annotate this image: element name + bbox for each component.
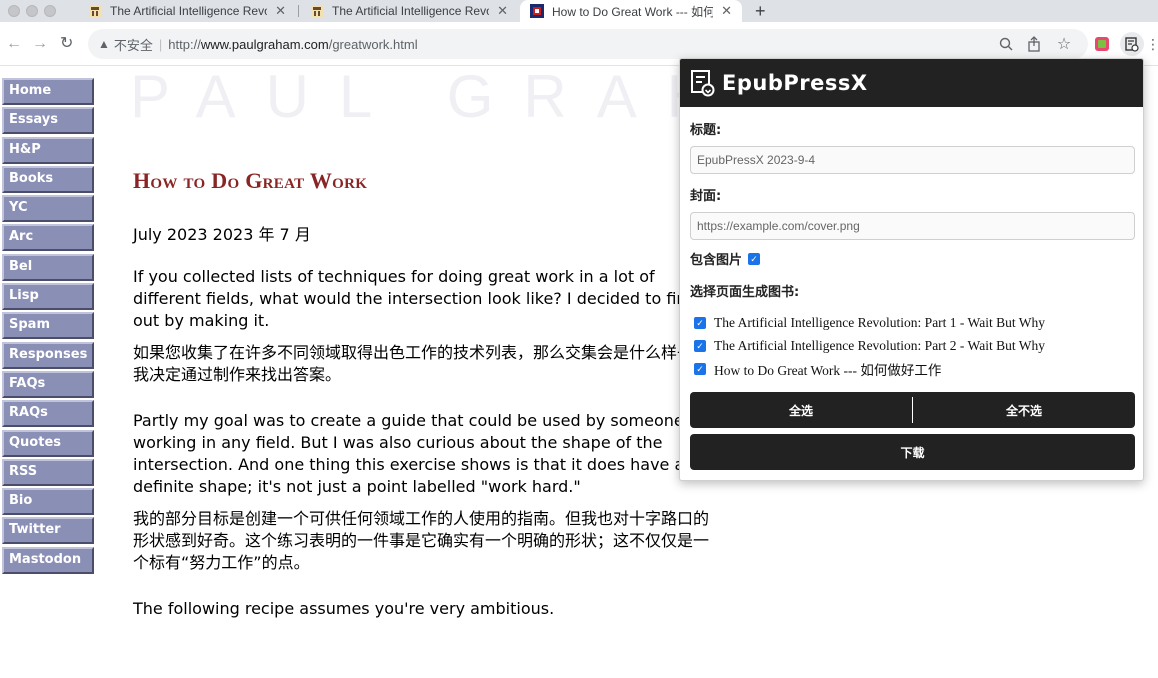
- close-tab-icon[interactable]: ✕: [721, 3, 732, 19]
- nav-item-rss[interactable]: RSS: [2, 458, 94, 486]
- site-nav: Home Essays H&P Books YC Arc Bel Lisp Sp…: [2, 78, 96, 576]
- address-bar[interactable]: ▲ 不安全 | http:// www.paulgraham.com /grea…: [88, 29, 1088, 59]
- nav-item-books[interactable]: Books: [2, 165, 94, 193]
- nav-item-faqs[interactable]: FAQs: [2, 370, 94, 398]
- tab-how-to-do-great-work[interactable]: How to Do Great Work --- 如何 ✕: [520, 0, 742, 22]
- tab-divider: [298, 5, 299, 17]
- waitbutwhy-favicon: [311, 5, 323, 17]
- include-images-label: 包含图片: [690, 253, 743, 268]
- tab-title: How to Do Great Work --- 如何: [552, 4, 714, 19]
- forward-arrow-icon[interactable]: →: [32, 34, 48, 54]
- warning-triangle-icon[interactable]: ▲: [98, 37, 110, 51]
- article: How to Do Great Work July 2023 2023 年 7 …: [133, 170, 713, 634]
- nav-item-responses[interactable]: Responses: [2, 341, 94, 369]
- back-arrow-icon[interactable]: ←: [6, 34, 22, 54]
- reload-icon[interactable]: ↻: [60, 34, 73, 54]
- close-tab-icon[interactable]: ✕: [497, 3, 508, 19]
- extension-icon[interactable]: [1092, 34, 1112, 54]
- minimize-window-button[interactable]: [26, 5, 38, 17]
- nav-item-home[interactable]: Home: [2, 78, 94, 105]
- select-all-button[interactable]: 全选: [690, 392, 912, 428]
- popup-title: EpubPressX: [722, 71, 868, 95]
- epubpressx-extension-icon[interactable]: [1120, 32, 1144, 56]
- address-divider: |: [158, 36, 163, 52]
- epub-book-icon: [691, 70, 715, 97]
- nav-item-arc[interactable]: Arc: [2, 224, 94, 252]
- page-item-label: The Artificial Intelligence Revolution: …: [714, 314, 1045, 330]
- close-tab-icon[interactable]: ✕: [275, 3, 286, 19]
- maximize-window-button[interactable]: [44, 5, 56, 17]
- tab-ai-revolution-part-2[interactable]: The Artificial Intelligence Revol ✕: [300, 0, 518, 22]
- page-checkbox[interactable]: ✓: [694, 362, 706, 375]
- paragraph-zh: 如果您收集了在许多不同领域取得出色工作的技术列表，那么交集会是什么样子？我决定通…: [133, 343, 710, 384]
- epubpressx-popup: EpubPressX 标题: 封面: 包含图片 ✓ 选择页面生成图书: ✓ Th…: [679, 58, 1144, 481]
- tab-strip: The Artificial Intelligence Revol ✕ The …: [0, 0, 1158, 22]
- tab-ai-revolution-part-1[interactable]: The Artificial Intelligence Revol ✕: [78, 0, 296, 22]
- selection-button-group: 全选 全不选: [690, 392, 1135, 428]
- new-tab-button[interactable]: +: [755, 0, 766, 22]
- page-item[interactable]: ✓ The Artificial Intelligence Revolution…: [694, 334, 1045, 357]
- zoom-icon[interactable]: [996, 34, 1016, 54]
- article-date: July 2023 2023 年 7 月: [133, 225, 311, 244]
- page-item[interactable]: ✓ The Artificial Intelligence Revolution…: [694, 311, 1045, 334]
- nav-item-hp[interactable]: H&P: [2, 136, 94, 164]
- paragraph: Partly my goal was to create a guide tha…: [133, 411, 685, 496]
- nav-item-spam[interactable]: Spam: [2, 312, 94, 340]
- include-images-checkbox[interactable]: ✓: [748, 252, 761, 265]
- tab-title: The Artificial Intelligence Revol: [110, 4, 268, 18]
- cover-url-input[interactable]: [690, 212, 1135, 240]
- nav-item-raqs[interactable]: RAQs: [2, 400, 94, 428]
- nav-item-bio[interactable]: Bio: [2, 488, 94, 516]
- nav-item-quotes[interactable]: Quotes: [2, 429, 94, 457]
- paragraph: The following recipe assumes you're very…: [133, 599, 555, 618]
- nav-item-lisp[interactable]: Lisp: [2, 283, 94, 311]
- security-status[interactable]: 不安全: [114, 35, 153, 54]
- nav-item-twitter[interactable]: Twitter: [2, 517, 94, 545]
- select-pages-label: 选择页面生成图书:: [690, 285, 800, 300]
- waitbutwhy-favicon: [89, 5, 101, 17]
- article-title: How to Do Great Work: [133, 168, 368, 193]
- download-button[interactable]: 下载: [690, 434, 1135, 470]
- nav-item-mastodon[interactable]: Mastodon: [2, 546, 94, 574]
- bookmark-star-icon[interactable]: ☆: [1054, 34, 1074, 54]
- include-images-row: 包含图片 ✓: [690, 249, 761, 268]
- paragraph-zh: 我的部分目标是创建一个可供任何领域工作的人使用的指南。但我也对十字路口的形状感到…: [133, 509, 710, 572]
- close-window-button[interactable]: [8, 5, 20, 17]
- url-scheme: http://: [168, 36, 201, 52]
- page-item-label: How to Do Great Work --- 如何做好工作: [714, 362, 942, 378]
- title-label: 标题:: [690, 123, 722, 138]
- paragraph: If you collected lists of techniques for…: [133, 267, 697, 330]
- cover-label: 封面:: [690, 189, 722, 204]
- book-title-input[interactable]: [690, 146, 1135, 174]
- nav-item-essays[interactable]: Essays: [2, 107, 94, 135]
- pages-list: ✓ The Artificial Intelligence Revolution…: [694, 311, 1045, 380]
- puzzle-icon[interactable]: ⋮: [1146, 34, 1158, 54]
- nav-item-bel[interactable]: Bel: [2, 253, 94, 281]
- paulgraham-favicon: [530, 4, 544, 18]
- page-checkbox[interactable]: ✓: [694, 316, 706, 329]
- popup-header: EpubPressX: [680, 59, 1143, 107]
- select-none-button[interactable]: 全不选: [913, 392, 1135, 428]
- tab-title: The Artificial Intelligence Revol: [332, 4, 490, 18]
- share-icon[interactable]: [1024, 34, 1044, 54]
- page-checkbox[interactable]: ✓: [694, 339, 706, 352]
- page-item[interactable]: ✓ How to Do Great Work --- 如何做好工作: [694, 357, 1045, 380]
- url-path: /greatwork.html: [328, 36, 418, 52]
- nav-item-yc[interactable]: YC: [2, 195, 94, 223]
- page-item-label: The Artificial Intelligence Revolution: …: [714, 337, 1045, 353]
- url-host: www.paulgraham.com: [200, 36, 329, 52]
